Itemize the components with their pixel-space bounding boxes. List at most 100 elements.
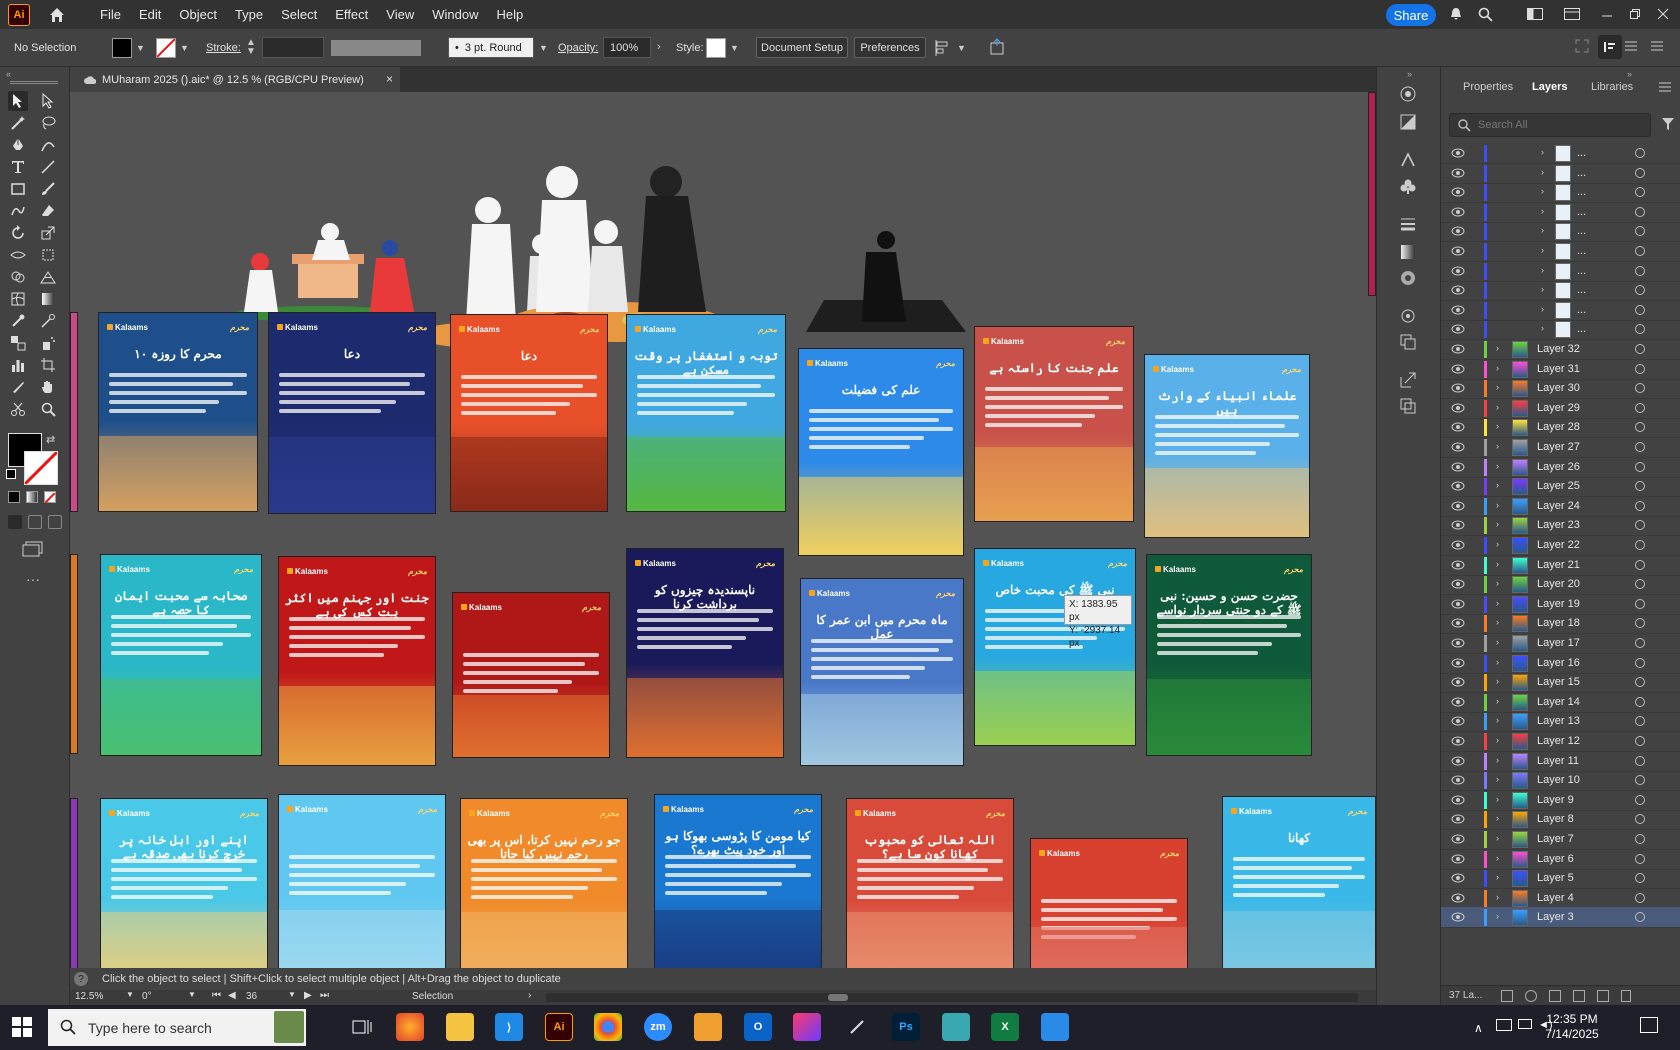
artboard-12[interactable]: Kalaams محرم ماہ محرم میں ابن عمر کا عمل bbox=[800, 578, 964, 766]
artboard-16[interactable]: Kalaams محرم bbox=[278, 794, 446, 968]
expand-layer-icon[interactable]: › bbox=[1541, 323, 1544, 333]
stepper-icon[interactable]: ▲ ▼ bbox=[246, 38, 256, 57]
visibility-eye-icon[interactable] bbox=[1451, 363, 1465, 375]
menu-view[interactable]: View bbox=[386, 7, 414, 22]
layer-target-icon[interactable] bbox=[1635, 696, 1645, 707]
clipping-mask-icon[interactable] bbox=[1549, 990, 1561, 1002]
layer-target-icon[interactable] bbox=[1635, 540, 1645, 550]
layer-target-icon[interactable] bbox=[1635, 383, 1645, 394]
illustrator-taskbar-icon[interactable]: Ai bbox=[545, 1013, 573, 1041]
appearance-icon[interactable] bbox=[1399, 85, 1417, 106]
layer-target-icon[interactable] bbox=[1635, 402, 1645, 413]
minimize-icon[interactable] bbox=[1598, 5, 1616, 23]
expand-layer-icon[interactable]: › bbox=[1496, 696, 1499, 706]
expand-layer-icon[interactable]: › bbox=[1541, 186, 1544, 196]
layer-row[interactable]: › Layer 4 bbox=[1441, 888, 1680, 909]
notification-icon[interactable] bbox=[1640, 1017, 1658, 1033]
artboard-9[interactable]: Kalaams محرم جنت اور جہنم میں اکثر یت کس ک… bbox=[278, 556, 436, 766]
layer-row[interactable]: ›... bbox=[1441, 241, 1680, 262]
layer-row[interactable]: › Layer 6 bbox=[1441, 849, 1680, 870]
artboard-15[interactable]: Kalaams محرم اپنے اور اہل خانہ پر خرچ کرنا… bbox=[100, 798, 268, 968]
preferences-button[interactable]: Preferences bbox=[854, 37, 926, 58]
color-mode-icon[interactable] bbox=[8, 491, 20, 503]
horizontal-scrollbar[interactable] bbox=[546, 993, 1358, 1002]
expand-layer-icon[interactable]: › bbox=[1496, 559, 1499, 569]
chevron-down-icon[interactable]: ▼ bbox=[539, 43, 548, 53]
filter-icon[interactable] bbox=[1661, 117, 1675, 134]
chevron-down-icon[interactable]: ▼ bbox=[180, 43, 189, 53]
layer-target-icon[interactable] bbox=[1635, 324, 1645, 335]
visibility-eye-icon[interactable] bbox=[1451, 637, 1465, 649]
fill-swatch[interactable] bbox=[112, 38, 132, 58]
visibility-eye-icon[interactable] bbox=[1451, 225, 1465, 237]
chevron-down-icon[interactable]: ▼ bbox=[288, 990, 296, 999]
magic-wand-icon[interactable] bbox=[8, 113, 28, 133]
pen-tool-icon[interactable] bbox=[8, 135, 28, 155]
eraser-icon[interactable] bbox=[38, 201, 58, 221]
document-setup-button[interactable]: Document Setup bbox=[756, 37, 848, 58]
visibility-eye-icon[interactable] bbox=[1451, 735, 1465, 747]
artboard-21[interactable]: Kalaams محرم کھانا bbox=[1222, 796, 1376, 968]
layer-row[interactable]: › Layer 19 bbox=[1441, 594, 1680, 615]
perspective-grid-icon[interactable] bbox=[38, 267, 58, 287]
windows-start-icon[interactable] bbox=[12, 1017, 32, 1037]
canvas[interactable]: Kalaams محرم ۱۰ محرم کا روزہ Kalaams محرم دعا… bbox=[70, 92, 1376, 968]
layer-row[interactable]: › Layer 32 bbox=[1441, 339, 1680, 360]
visibility-eye-icon[interactable] bbox=[1451, 853, 1465, 865]
chevron-down-icon[interactable]: ▼ bbox=[730, 43, 739, 53]
expand-layer-icon[interactable]: › bbox=[1496, 617, 1499, 627]
layer-row[interactable]: › Layer 29 bbox=[1441, 398, 1680, 419]
menu-effect[interactable]: Effect bbox=[335, 7, 368, 22]
layer-row[interactable]: › Layer 9 bbox=[1441, 790, 1680, 811]
expand-layer-icon[interactable]: › bbox=[1541, 245, 1544, 255]
layers-search-input[interactable]: Search All bbox=[1449, 113, 1651, 137]
expand-layer-icon[interactable]: › bbox=[1541, 304, 1544, 314]
default-colors-icon[interactable] bbox=[6, 469, 16, 479]
width-tool-icon[interactable] bbox=[8, 245, 28, 265]
hand-tool-icon[interactable] bbox=[38, 377, 58, 397]
layer-target-icon[interactable] bbox=[1635, 246, 1645, 256]
layer-row[interactable]: › Layer 18 bbox=[1441, 613, 1680, 635]
visibility-eye-icon[interactable] bbox=[1451, 696, 1465, 708]
next-artboard-icon[interactable]: ▶ bbox=[304, 990, 312, 1001]
scale-tool-icon[interactable] bbox=[38, 223, 58, 243]
artboard-tool-icon[interactable] bbox=[38, 355, 58, 375]
layer-row[interactable]: › Layer 14 bbox=[1441, 692, 1680, 713]
layer-target-icon[interactable] bbox=[1635, 677, 1645, 688]
layer-row[interactable]: › Layer 16 bbox=[1441, 653, 1680, 674]
expand-icon[interactable]: » bbox=[1407, 69, 1412, 79]
measure-icon[interactable] bbox=[38, 311, 58, 331]
rotate-tool-icon[interactable] bbox=[8, 223, 28, 243]
layer-row[interactable]: › Layer 23 bbox=[1441, 515, 1680, 537]
scissors-icon[interactable] bbox=[8, 399, 28, 419]
visibility-eye-icon[interactable] bbox=[1451, 774, 1465, 786]
layer-target-icon[interactable] bbox=[1635, 285, 1645, 296]
artboard-2[interactable]: Kalaams محرم دعا bbox=[268, 312, 436, 514]
visibility-eye-icon[interactable] bbox=[1451, 245, 1465, 257]
layer-row[interactable]: ›... bbox=[1441, 143, 1680, 164]
layer-target-icon[interactable] bbox=[1635, 206, 1645, 217]
visibility-eye-icon[interactable] bbox=[1451, 676, 1465, 688]
layer-row[interactable]: › Layer 21 bbox=[1441, 555, 1680, 576]
stroke-color-swatch[interactable] bbox=[23, 450, 59, 486]
collapse-panel-icon[interactable]: » bbox=[1627, 69, 1632, 79]
menu-file[interactable]: File bbox=[100, 7, 121, 22]
layer-row[interactable]: › Layer 20 bbox=[1441, 574, 1680, 596]
search-icon[interactable] bbox=[1476, 5, 1494, 23]
expand-layer-icon[interactable]: › bbox=[1496, 578, 1499, 588]
grip-icon[interactable] bbox=[10, 81, 58, 84]
visibility-eye-icon[interactable] bbox=[1451, 539, 1465, 551]
layer-target-icon[interactable] bbox=[1635, 559, 1645, 570]
layer-target-icon[interactable] bbox=[1635, 187, 1645, 198]
artboard-14[interactable]: Kalaams محرم حضرت حسن و حسین: نبی ﷺ کے دو … bbox=[1146, 554, 1312, 756]
artboard-3[interactable]: Kalaams محرم دعا bbox=[450, 314, 608, 512]
layer-target-icon[interactable] bbox=[1635, 598, 1645, 609]
photoshop-icon[interactable]: Ps bbox=[892, 1013, 920, 1041]
layer-row[interactable]: › Layer 11 bbox=[1441, 751, 1680, 772]
layer-target-icon[interactable] bbox=[1635, 873, 1645, 884]
line-tool-icon[interactable] bbox=[38, 157, 58, 177]
artboard-number[interactable]: 36 bbox=[246, 991, 257, 1002]
vscode-icon[interactable]: ⟩ bbox=[495, 1013, 523, 1041]
close-icon[interactable] bbox=[1654, 5, 1672, 23]
layer-target-icon[interactable] bbox=[1635, 265, 1645, 276]
